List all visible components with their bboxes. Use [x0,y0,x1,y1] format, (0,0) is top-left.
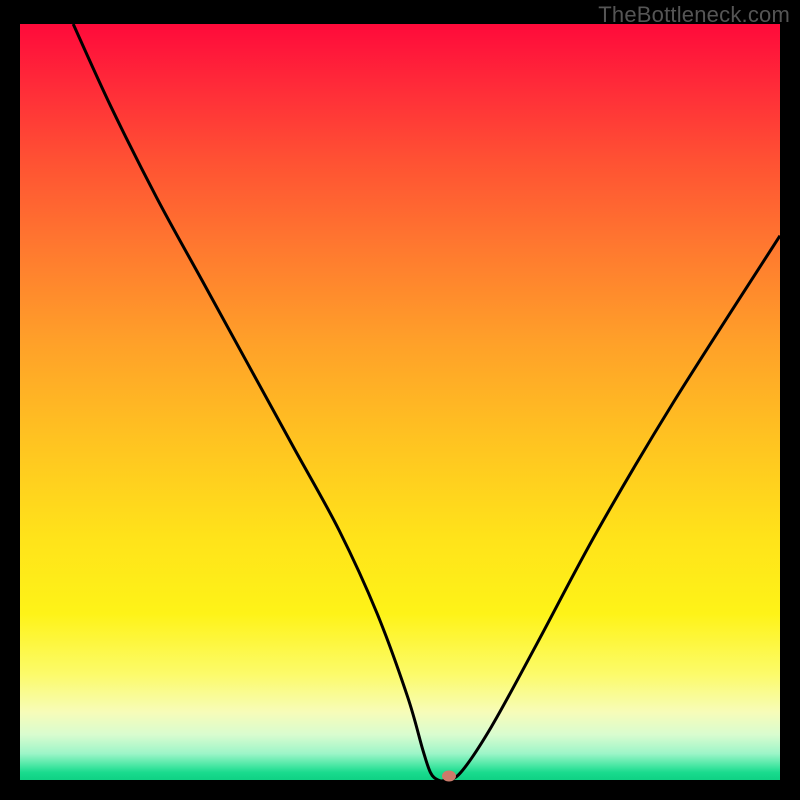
chart-frame: TheBottleneck.com [0,0,800,800]
plot-area [20,24,780,780]
bottleneck-curve-path [73,24,780,780]
curve-layer [20,24,780,780]
plot-inner [20,24,780,780]
optimum-marker [442,771,456,782]
watermark-text: TheBottleneck.com [598,2,790,28]
